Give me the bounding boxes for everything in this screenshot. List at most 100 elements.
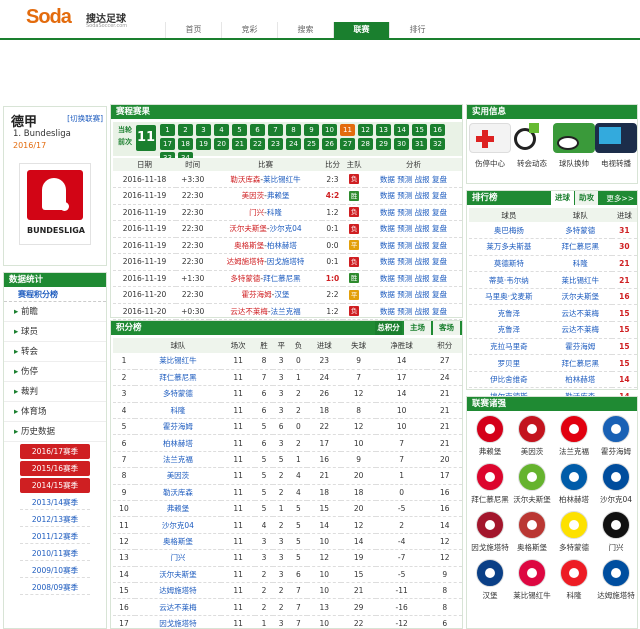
team-link[interactable]: 勒沃库森: [134, 484, 221, 502]
team-link[interactable]: 美因茨: [134, 467, 221, 485]
home-team-link[interactable]: 沃尔夫斯堡: [229, 224, 267, 233]
team-link[interactable]: 因戈施塔特: [134, 615, 221, 629]
nav-item[interactable]: 首页: [165, 22, 221, 38]
standings-link[interactable]: 赛程积分榜: [4, 287, 106, 302]
team-link[interactable]: 奥格斯堡: [134, 533, 221, 551]
round-button[interactable]: 1: [160, 124, 175, 136]
round-button[interactable]: 29: [376, 138, 391, 150]
home-team-link[interactable]: 霍芬海姆: [242, 290, 272, 299]
club-item[interactable]: 汉堡: [469, 559, 511, 601]
home-team-link[interactable]: 勒沃库森: [230, 175, 260, 184]
away-team-link[interactable]: 柏林赫塔: [267, 241, 297, 250]
team-link[interactable]: 弗赖堡: [134, 500, 221, 518]
round-button[interactable]: 2: [178, 124, 193, 136]
away-team-link[interactable]: 沙尔克04: [270, 224, 302, 233]
nav-item[interactable]: 联赛: [333, 22, 389, 38]
player-link[interactable]: 伊比舍维奇: [469, 371, 549, 389]
round-button[interactable]: 5: [232, 124, 247, 136]
nav-item[interactable]: 排行: [389, 22, 445, 38]
round-button[interactable]: 10: [322, 124, 337, 136]
team-link[interactable]: 柏林赫塔: [548, 371, 612, 389]
nav-item[interactable]: 搜索: [277, 22, 333, 38]
team-link[interactable]: 达姆施塔特: [134, 582, 221, 600]
away-team-link[interactable]: 拜仁慕尼黑: [263, 274, 301, 283]
team-link[interactable]: 云达不莱梅: [548, 304, 612, 323]
team-link[interactable]: 拜仁慕尼黑: [548, 238, 612, 256]
player-link[interactable]: 克拉马里奇: [469, 338, 549, 356]
round-button[interactable]: 6: [250, 124, 265, 136]
stats-menu-item[interactable]: ▸ 转会: [4, 342, 106, 362]
round-button[interactable]: 14: [394, 124, 409, 136]
analysis-links[interactable]: 数据 预测 战报 复盘: [364, 270, 462, 287]
season-link[interactable]: 2009/10赛季: [20, 563, 90, 578]
season-link[interactable]: 2011/12赛季: [20, 529, 90, 544]
round-button[interactable]: 24: [286, 138, 301, 150]
season-link[interactable]: 2015/16赛季: [20, 461, 90, 476]
club-item[interactable]: 法兰克福: [553, 415, 595, 457]
analysis-links[interactable]: 数据 预测 战报 复盘: [364, 253, 462, 271]
round-button[interactable]: 32: [430, 138, 445, 150]
season-link[interactable]: 2012/13赛季: [20, 512, 90, 527]
team-link[interactable]: 云达不莱梅: [134, 598, 221, 616]
round-button[interactable]: 31: [412, 138, 427, 150]
player-link[interactable]: 蒂莫·韦尔纳: [469, 271, 549, 289]
tab-goals[interactable]: 进球: [551, 191, 574, 205]
round-button[interactable]: 21: [232, 138, 247, 150]
away-team-link[interactable]: 莱比锡红牛: [263, 175, 301, 184]
analysis-links[interactable]: 数据 预测 战报 复盘: [364, 286, 462, 304]
away-team-link[interactable]: 因戈施塔特: [267, 257, 305, 266]
stats-menu-item[interactable]: ▸ 体育场: [4, 402, 106, 422]
season-link[interactable]: 2013/14赛季: [20, 495, 90, 510]
stats-menu-item[interactable]: ▸ 裁判: [4, 382, 106, 402]
round-button[interactable]: 16: [430, 124, 445, 136]
round-button[interactable]: 22: [250, 138, 265, 150]
team-link[interactable]: 霍芬海姆: [548, 338, 612, 356]
team-link[interactable]: 门兴: [134, 549, 221, 567]
season-link[interactable]: 2016/17赛季: [20, 444, 90, 459]
transfer-news-item[interactable]: 转会动态: [511, 123, 553, 169]
club-item[interactable]: 奥格斯堡: [511, 511, 553, 553]
club-item[interactable]: 柏林赫塔: [553, 463, 595, 505]
site-logo[interactable]: Soda 搜达足球 SodaSoccer.com: [26, 6, 127, 29]
standings-tab[interactable]: 主场: [404, 321, 431, 335]
round-button[interactable]: 19: [196, 138, 211, 150]
club-item[interactable]: 门兴: [595, 511, 637, 553]
nav-item[interactable]: 竞彩: [221, 22, 277, 38]
round-button[interactable]: 18: [178, 138, 193, 150]
club-item[interactable]: 达姆施塔特: [595, 559, 637, 601]
round-button[interactable]: 27: [340, 138, 355, 150]
standings-tab[interactable]: 客场: [433, 321, 460, 335]
club-item[interactable]: 多特蒙德: [553, 511, 595, 553]
stats-menu-item[interactable]: ▸ 历史数据: [4, 422, 106, 442]
round-button[interactable]: 15: [412, 124, 427, 136]
club-item[interactable]: 沃尔夫斯堡: [511, 463, 553, 505]
team-link[interactable]: 莱比锡红牛: [134, 353, 221, 370]
round-button[interactable]: 9: [304, 124, 319, 136]
stats-menu-item[interactable]: ▸ 球员: [4, 322, 106, 342]
round-button[interactable]: 17: [160, 138, 175, 150]
switch-league-link[interactable]: [切换联赛]: [67, 113, 103, 124]
round-button[interactable]: 7: [268, 124, 283, 136]
analysis-links[interactable]: 数据 预测 战报 复盘: [364, 303, 462, 320]
player-link[interactable]: 克鲁泽: [469, 304, 549, 323]
round-button[interactable]: 4: [214, 124, 229, 136]
season-link[interactable]: 2008/09赛季: [20, 580, 90, 595]
club-item[interactable]: 拜仁慕尼黑: [469, 463, 511, 505]
player-link[interactable]: 罗贝里: [469, 354, 549, 372]
injury-center-item[interactable]: 伤停中心: [469, 123, 511, 169]
standings-tab[interactable]: 总积分: [375, 321, 402, 335]
team-link[interactable]: 多特蒙德: [134, 385, 221, 403]
coach-change-item[interactable]: 球队换帅: [553, 123, 595, 169]
tab-assists[interactable]: 助攻: [575, 191, 598, 205]
analysis-links[interactable]: 数据 预测 战报 复盘: [364, 204, 462, 221]
away-team-link[interactable]: 科隆: [267, 208, 282, 217]
round-button[interactable]: 13: [376, 124, 391, 136]
club-item[interactable]: 莱比锡红牛: [511, 559, 553, 601]
round-button[interactable]: 26: [322, 138, 337, 150]
away-team-link[interactable]: 法兰克福: [271, 307, 301, 316]
player-link[interactable]: 马里奥·戈麦斯: [469, 288, 549, 306]
team-link[interactable]: 沃尔夫斯堡: [548, 288, 612, 306]
season-link[interactable]: 2014/15赛季: [20, 478, 90, 493]
round-button[interactable]: 20: [214, 138, 229, 150]
club-item[interactable]: 科隆: [553, 559, 595, 601]
